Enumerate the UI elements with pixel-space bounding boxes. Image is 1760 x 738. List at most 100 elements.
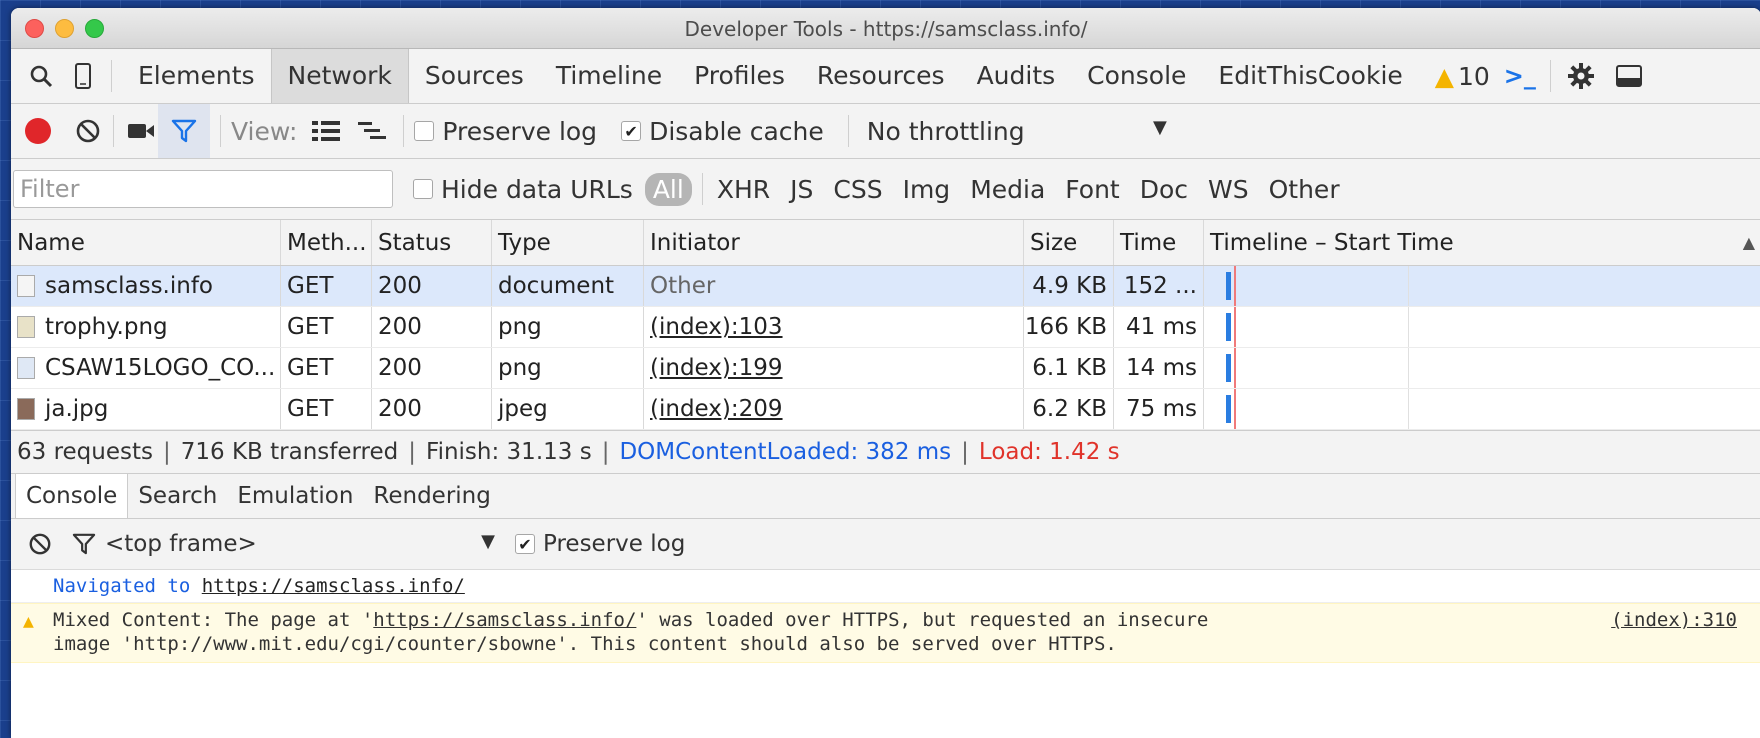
console-toolbar: <top frame> ▼ ✔ Preserve log: [11, 519, 1760, 570]
timeline-cell: [1204, 307, 1760, 347]
warning-count: 10: [1458, 61, 1490, 91]
request-name: samsclass.info: [45, 273, 214, 299]
request-name: CSAW15LOGO_CO...: [45, 355, 276, 381]
throttling-select[interactable]: No throttling ▼: [867, 117, 1167, 146]
initiator-link[interactable]: (index):199: [644, 348, 1024, 388]
filter-type-doc[interactable]: Doc: [1130, 175, 1198, 204]
column-header-time[interactable]: Time: [1114, 220, 1204, 265]
throttling-value: No throttling: [866, 116, 1025, 146]
finish-time: Finish: 31.13 s: [426, 439, 592, 465]
console-drawer-icon[interactable]: >_: [1500, 62, 1540, 90]
method-cell: GET: [281, 389, 372, 429]
warning-url-link[interactable]: https://samsclass.info/: [373, 609, 636, 631]
drawer-tab-rendering[interactable]: Rendering: [363, 474, 500, 518]
console-preserve-log-checkbox[interactable]: ✔ Preserve log: [515, 531, 685, 557]
tab-console[interactable]: Console: [1071, 49, 1202, 103]
time-cell: 152 ...: [1114, 266, 1204, 306]
timeline-gridline: [1408, 307, 1409, 347]
table-row[interactable]: samsclass.info GET 200 document Other 4.…: [11, 266, 1760, 307]
timeline-bar: [1226, 354, 1231, 382]
method-cell: GET: [281, 348, 372, 388]
inspect-search-icon[interactable]: [23, 64, 59, 88]
hide-data-urls-box[interactable]: [413, 179, 433, 199]
table-row[interactable]: ja.jpg GET 200 jpeg (index):209 6.2 KB 7…: [11, 389, 1760, 430]
device-mode-icon[interactable]: [65, 63, 101, 89]
console-output: Navigated to https://samsclass.info/ ▲ M…: [11, 570, 1760, 663]
filter-bar: Hide data URLs All XHR JS CSS Img Media …: [11, 159, 1760, 220]
divider: [113, 115, 114, 147]
filter-type-font[interactable]: Font: [1055, 175, 1129, 204]
filter-type-other[interactable]: Other: [1259, 175, 1350, 204]
filter-type-ws[interactable]: WS: [1198, 175, 1259, 204]
preserve-log-checkbox[interactable]: Preserve log: [414, 117, 597, 146]
filter-type-xhr[interactable]: XHR: [707, 175, 780, 204]
disable-cache-box[interactable]: ✔: [621, 121, 642, 141]
column-header-size[interactable]: Size: [1024, 220, 1114, 265]
console-warning-message: ▲ Mixed Content: The page at 'https://sa…: [11, 603, 1760, 663]
large-rows-icon[interactable]: [305, 120, 347, 142]
network-toolbar: View: Preserve log ✔ Disable cache No th…: [11, 104, 1760, 159]
filter-type-img[interactable]: Img: [893, 175, 961, 204]
clear-icon[interactable]: [73, 118, 103, 144]
tab-elements[interactable]: Elements: [122, 49, 271, 103]
filter-type-all[interactable]: All: [644, 172, 692, 206]
nav-prefix: Navigated to: [53, 575, 191, 597]
column-header-status[interactable]: Status: [372, 220, 492, 265]
load-marker-line: [1234, 389, 1236, 429]
tab-resources[interactable]: Resources: [801, 49, 961, 103]
column-header-type[interactable]: Type: [492, 220, 644, 265]
column-header-initiator[interactable]: Initiator: [644, 220, 1024, 265]
image-file-icon: [17, 357, 35, 379]
drawer-tab-search[interactable]: Search: [128, 474, 227, 518]
timeline-gridline: [1408, 266, 1409, 306]
divider: [847, 115, 849, 147]
timeline-cell: [1204, 389, 1760, 429]
tab-timeline[interactable]: Timeline: [540, 49, 678, 103]
console-filter-icon[interactable]: [69, 533, 99, 555]
tab-network[interactable]: Network: [270, 49, 409, 103]
dock-side-icon[interactable]: [1609, 65, 1649, 87]
overview-waterfall-icon[interactable]: [351, 120, 393, 142]
capture-screenshots-icon[interactable]: [124, 121, 158, 141]
settings-gear-icon[interactable]: [1561, 62, 1601, 90]
warning-icon: ▲: [23, 611, 34, 632]
tab-editthiscookie[interactable]: EditThisCookie: [1202, 49, 1418, 103]
filter-toggle-button[interactable]: [158, 104, 210, 158]
drawer-tab-emulation[interactable]: Emulation: [227, 474, 363, 518]
preserve-log-box[interactable]: [414, 121, 435, 141]
filter-type-js[interactable]: JS: [780, 175, 823, 204]
network-summary-bar: 63 requests | 716 KB transferred | Finis…: [11, 430, 1760, 474]
tab-sources[interactable]: Sources: [409, 49, 540, 103]
hide-data-urls-checkbox[interactable]: Hide data URLs: [413, 175, 633, 204]
filter-type-css[interactable]: CSS: [823, 175, 892, 204]
warning-counter[interactable]: ▲ 10: [1435, 62, 1490, 91]
load-marker-line: [1234, 348, 1236, 388]
console-preserve-log-box[interactable]: ✔: [515, 534, 535, 554]
clear-console-icon[interactable]: [25, 532, 55, 556]
column-header-name[interactable]: Name: [11, 220, 281, 265]
size-cell: 4.9 KB: [1024, 266, 1114, 306]
disable-cache-checkbox[interactable]: ✔ Disable cache: [621, 117, 824, 146]
method-cell: GET: [281, 266, 372, 306]
drawer-tab-console[interactable]: Console: [15, 474, 129, 518]
column-header-timeline[interactable]: Timeline – Start Time ▲: [1204, 220, 1760, 265]
timeline-bar: [1226, 313, 1231, 341]
tab-audits[interactable]: Audits: [961, 49, 1072, 103]
frame-select[interactable]: <top frame> ▼: [105, 531, 515, 557]
timeline-gridline: [1408, 389, 1409, 429]
column-header-method[interactable]: Meth...: [281, 220, 372, 265]
table-row[interactable]: CSAW15LOGO_CO... GET 200 png (index):199…: [11, 348, 1760, 389]
initiator-link[interactable]: (index):209: [644, 389, 1024, 429]
initiator-link[interactable]: (index):103: [644, 307, 1024, 347]
tab-profiles[interactable]: Profiles: [678, 49, 801, 103]
frame-select-value: <top frame>: [105, 531, 257, 557]
nav-url-link[interactable]: https://samsclass.info/: [202, 575, 465, 597]
sort-ascending-icon: ▲: [1742, 233, 1755, 252]
warning-source-link[interactable]: (index):310: [1611, 608, 1737, 632]
filter-type-media[interactable]: Media: [960, 175, 1055, 204]
separator: |: [163, 439, 171, 465]
table-row[interactable]: trophy.png GET 200 png (index):103 166 K…: [11, 307, 1760, 348]
filter-input[interactable]: [13, 170, 393, 208]
window-title: Developer Tools - https://samsclass.info…: [684, 17, 1088, 41]
record-button[interactable]: [25, 118, 51, 144]
